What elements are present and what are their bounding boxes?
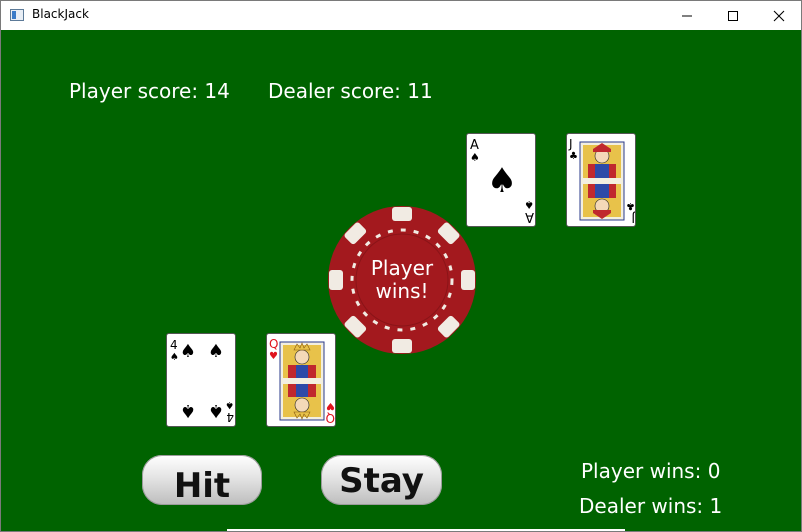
- title-bar[interactable]: BlackJack: [1, 1, 801, 30]
- dealer-score: Dealer score: 11: [268, 79, 433, 103]
- spade-icon: ♠: [208, 400, 224, 421]
- jack-of-clubs-card-face: J ♣ J ♣: [568, 137, 636, 225]
- dealer-wins: Dealer wins: 1: [579, 494, 723, 518]
- window-bottom-edge: [227, 529, 625, 531]
- four-of-spades-card-face: 4 ♠ ♠ ♠ ♠ ♠ 4 ♠: [170, 338, 234, 424]
- result-message-container: Player wins!: [327, 205, 477, 355]
- maximize-button[interactable]: [710, 1, 756, 30]
- ace-of-spades-card-face: A ♠ ♠ A ♠: [470, 138, 534, 224]
- hit-button[interactable]: Hit: [142, 455, 262, 506]
- minimize-icon: [682, 15, 692, 16]
- queen-of-hearts-card-face: Q ♥ Q ♥: [269, 337, 335, 425]
- spade-icon: ♠: [170, 352, 179, 363]
- card-table: Player score: 14 Dealer score: 11 A ♠ ♠ …: [1, 30, 801, 531]
- close-button[interactable]: [756, 1, 801, 30]
- spade-icon: ♠: [225, 399, 234, 410]
- spade-icon: ♠: [487, 161, 517, 201]
- heart-icon: ♥: [326, 400, 335, 411]
- player-score: Player score: 14: [69, 79, 230, 103]
- spade-icon: ♠: [524, 198, 534, 211]
- hit-button-label: Hit: [173, 466, 231, 506]
- dealer-card-jack-of-clubs: J ♣ J ♣: [566, 133, 636, 227]
- spade-icon: ♠: [180, 341, 196, 362]
- card-rank: Q: [326, 411, 335, 425]
- blackjack-window: BlackJack Player score: 14 Dealer score:…: [0, 0, 802, 532]
- card-rank: J: [568, 137, 573, 151]
- card-rank: J: [631, 211, 636, 225]
- player-card-four-of-spades: 4 ♠ ♠ ♠ ♠ ♠ 4 ♠: [166, 333, 236, 427]
- close-icon: [773, 10, 785, 21]
- stay-button-label: Stay: [339, 461, 424, 501]
- spade-icon: ♠: [470, 151, 480, 164]
- stay-button[interactable]: Stay: [321, 455, 442, 505]
- result-message: Player wins!: [370, 256, 434, 303]
- card-rank: 4: [170, 338, 178, 352]
- club-icon: ♣: [626, 200, 635, 211]
- spade-icon: ♠: [180, 400, 196, 421]
- result-chip: Player wins!: [327, 205, 477, 355]
- club-icon: ♣: [569, 151, 578, 162]
- spade-icon: ♠: [208, 341, 224, 362]
- heart-icon: ♥: [269, 351, 278, 362]
- window-app-icon: [10, 9, 24, 21]
- player-card-queen-of-hearts: Q ♥ Q ♥: [266, 333, 336, 427]
- maximize-icon: [728, 10, 738, 21]
- player-wins: Player wins: 0: [581, 459, 721, 483]
- minimize-button[interactable]: [664, 1, 710, 30]
- window-title: BlackJack: [32, 7, 89, 21]
- card-rank: Q: [269, 337, 278, 351]
- card-rank: 4: [226, 410, 234, 424]
